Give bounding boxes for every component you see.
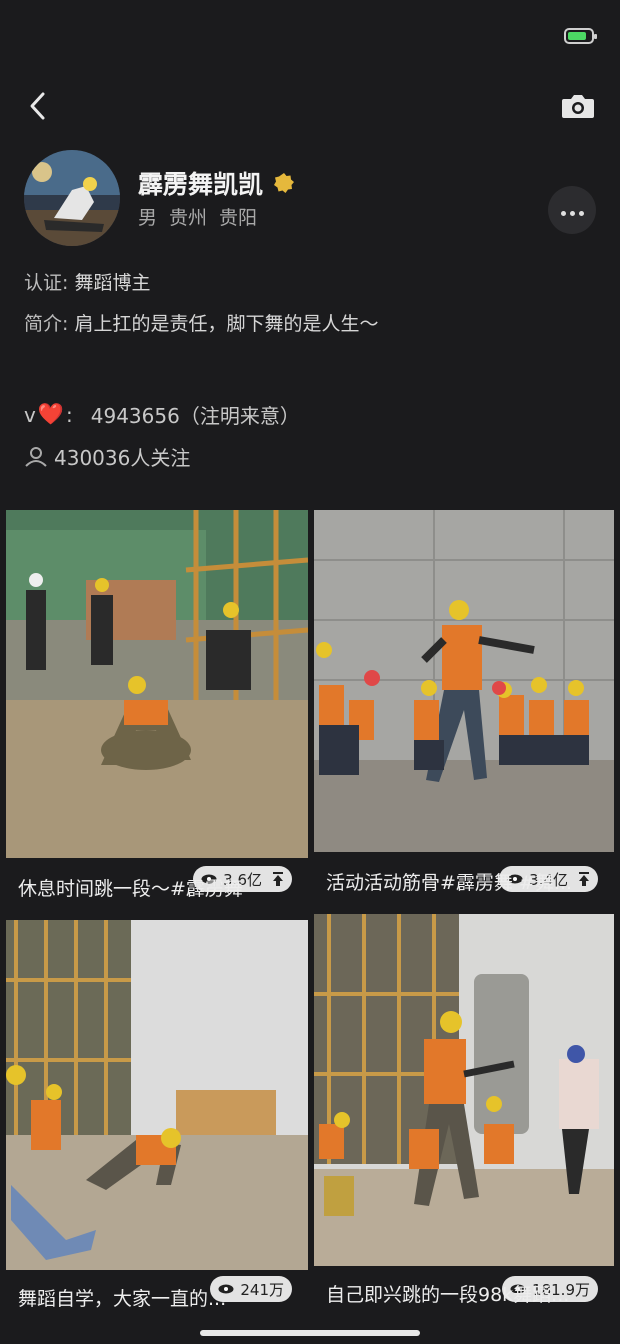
wechat-value: 4943656（注明来意） xyxy=(90,404,300,428)
profile-page: 霹雳舞凯凯 男 贵州 贵阳 认证: 舞蹈博主 简介: 肩上扛的是责任，脚下舞的是… xyxy=(0,0,620,1344)
post-thumbnail xyxy=(6,920,308,1270)
post-caption: 休息时间跳一段～#霹雳舞 xyxy=(18,878,243,900)
back-button[interactable] xyxy=(20,88,56,124)
home-indicator[interactable] xyxy=(200,1330,420,1336)
camera-button[interactable] xyxy=(558,88,598,124)
followers-line[interactable]: 430036人关注 xyxy=(24,442,190,471)
post-caption: 自己即兴跳的一段98k舞蹈... xyxy=(326,1284,570,1306)
post-card[interactable]: 181.9万 自己即兴跳的一段98k舞蹈... xyxy=(314,914,614,1320)
profile-name-row: 霹雳舞凯凯 xyxy=(138,165,295,201)
wechat-line: v ❤️ : 4943656（注明来意） xyxy=(24,400,300,429)
wechat-colon: : xyxy=(66,402,73,427)
province: 贵州 xyxy=(169,207,208,229)
avatar-image xyxy=(24,150,120,246)
certification-label: 认证: xyxy=(24,272,69,294)
bio-value: 肩上扛的是责任，脚下舞的是人生～ xyxy=(74,313,379,335)
profile-name: 霹雳舞凯凯 xyxy=(138,170,264,199)
certification-value: 舞蹈博主 xyxy=(74,272,151,294)
post-thumbnail xyxy=(314,510,614,852)
post-thumbnail xyxy=(6,510,308,858)
post-card[interactable]: 3.6亿 休息时间跳一段～#霹雳舞 xyxy=(6,510,308,910)
followers-count: 430036人关注 xyxy=(54,446,191,470)
post-thumbnail xyxy=(314,914,614,1266)
heart-icon: ❤️ xyxy=(37,402,64,426)
city: 贵阳 xyxy=(219,207,258,229)
post-card[interactable]: 241万 舞蹈自学，大家一直的... xyxy=(6,920,308,1320)
post-card[interactable]: 3.4亿 活动活动筋骨#霹雳舞 #舞... xyxy=(314,510,614,910)
verified-badge-icon xyxy=(274,173,295,193)
back-arrow-icon xyxy=(30,92,45,120)
wechat-prefix: v xyxy=(24,402,36,427)
profile-meta: 男 贵州 贵阳 xyxy=(138,203,257,230)
bio-line: 简介: 肩上扛的是责任，脚下舞的是人生～ xyxy=(24,309,378,336)
post-caption: 活动活动筋骨#霹雳舞 #舞... xyxy=(326,872,572,894)
followers-icon xyxy=(25,446,47,467)
post-caption: 舞蹈自学，大家一直的... xyxy=(18,1288,227,1310)
battery-icon xyxy=(564,28,597,44)
more-icon xyxy=(559,201,586,220)
gender: 男 xyxy=(138,207,158,229)
avatar[interactable] xyxy=(24,150,120,246)
certification-line: 认证: 舞蹈博主 xyxy=(24,268,150,295)
camera-icon xyxy=(562,95,594,118)
status-bar xyxy=(0,0,620,70)
more-button[interactable] xyxy=(548,186,596,234)
bio-label: 简介: xyxy=(24,313,69,335)
